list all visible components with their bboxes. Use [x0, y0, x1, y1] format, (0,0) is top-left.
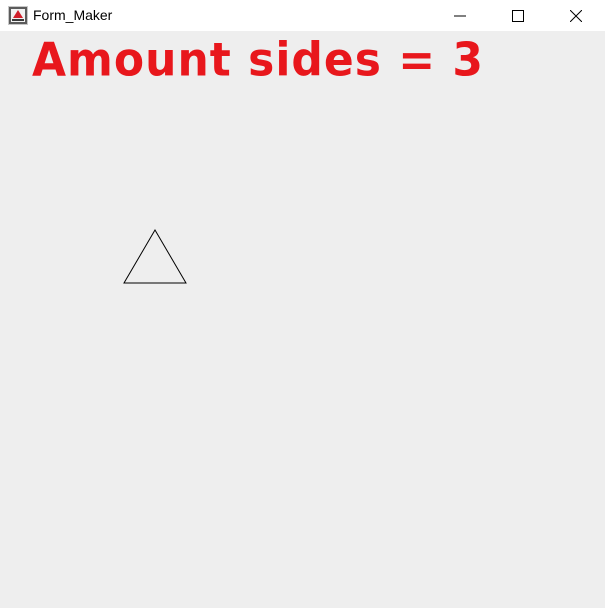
- java-app-icon: [8, 6, 28, 25]
- maximize-icon: [512, 9, 524, 22]
- maximize-button[interactable]: [489, 0, 547, 31]
- minimize-button[interactable]: [431, 0, 489, 31]
- shape-canvas: [123, 229, 187, 284]
- form-maker-window: Form_Maker Amount sides = 3: [0, 0, 605, 608]
- close-icon: [570, 9, 582, 22]
- close-button[interactable]: [547, 0, 605, 31]
- minimize-icon: [454, 15, 466, 16]
- drawing-canvas[interactable]: Amount sides = 3: [0, 31, 605, 608]
- triangle-shape: [123, 229, 187, 284]
- window-title: Form_Maker: [33, 7, 113, 23]
- title-bar[interactable]: Form_Maker: [0, 0, 605, 31]
